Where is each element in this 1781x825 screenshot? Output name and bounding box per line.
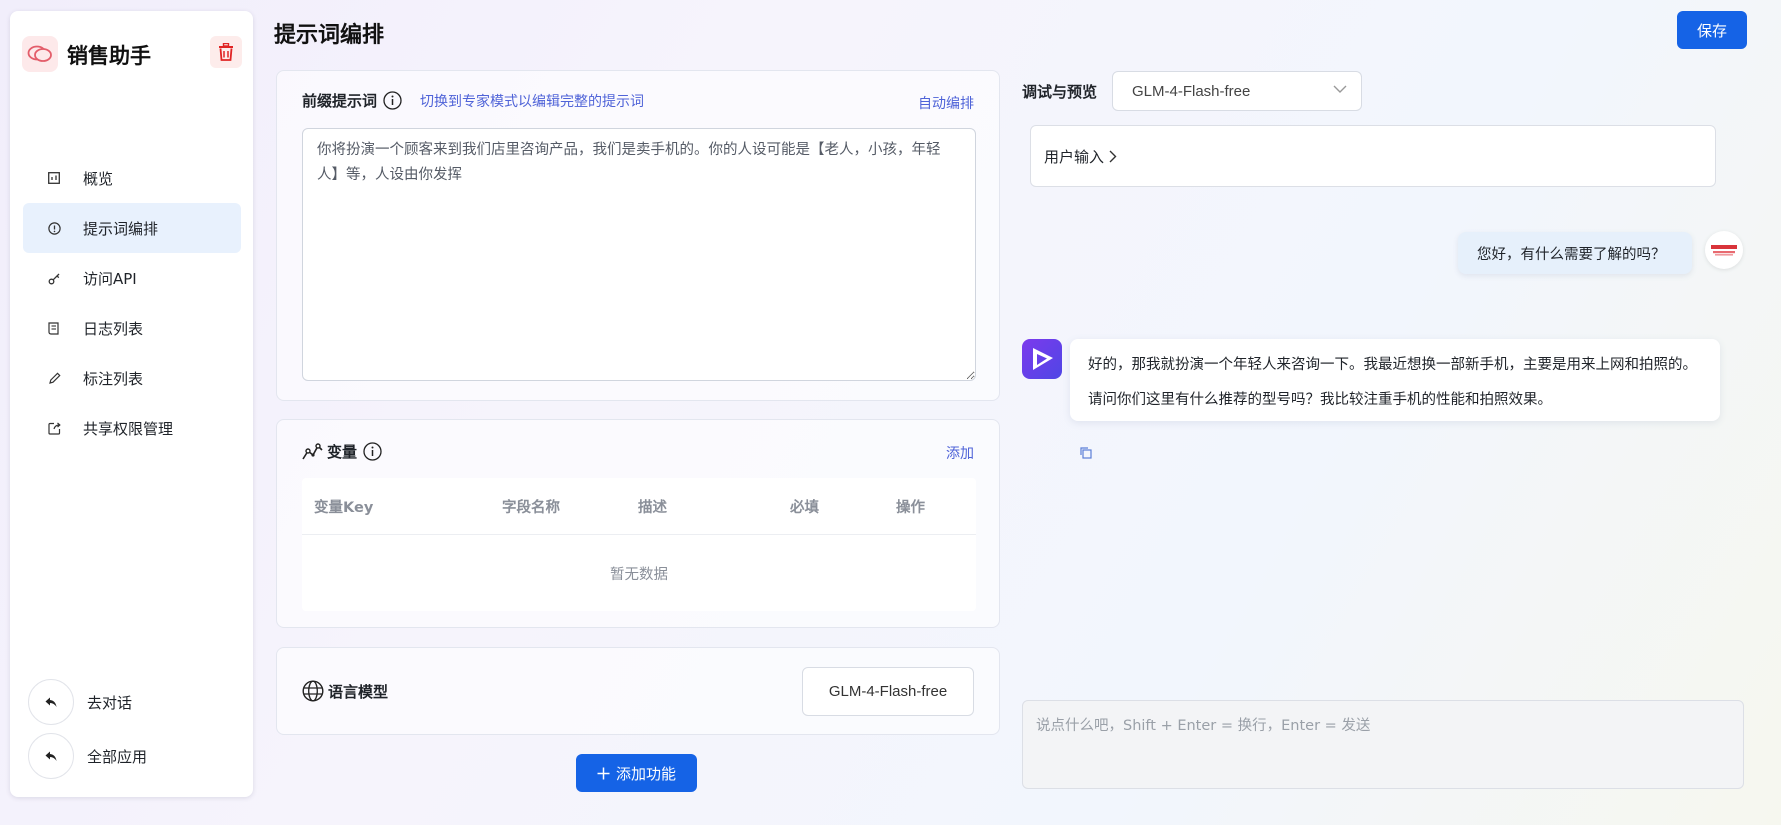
delete-app-button[interactable]	[210, 36, 242, 68]
go-chat-link[interactable]: 去对话	[28, 679, 147, 725]
go-chat-label: 去对话	[87, 693, 133, 712]
bot-avatar	[1022, 339, 1062, 379]
sidebar-item-label: 访问API	[83, 269, 137, 288]
log-icon	[47, 321, 61, 335]
column-header: 变量Key	[314, 499, 374, 516]
expert-mode-link[interactable]: 切换到专家模式以编辑完整的提示词	[420, 91, 644, 111]
sidebar-item-share-permissions[interactable]: 共享权限管理	[23, 403, 241, 453]
sidebar-item-prompt-arrange[interactable]: 提示词编排	[23, 203, 241, 253]
share-icon	[47, 421, 61, 435]
sidebar-item-overview[interactable]: 概览	[23, 153, 241, 203]
column-header: 必填	[790, 499, 819, 516]
sidebar-item-label: 标注列表	[83, 369, 144, 388]
save-button[interactable]: 保存	[1677, 11, 1747, 49]
sidebar-item-annotations[interactable]: 标注列表	[23, 353, 241, 403]
debug-model-value: GLM-4-Flash-free	[1132, 82, 1251, 100]
trash-icon	[219, 43, 233, 61]
column-header: 操作	[896, 499, 925, 516]
language-model-header: 语言模型	[302, 680, 388, 702]
plus-icon	[597, 767, 610, 779]
sidebar-item-label: 概览	[83, 169, 114, 188]
add-variable-button[interactable]: 添加	[946, 443, 974, 463]
prompt-textarea[interactable]: 你将扮演一个顾客来到我们店里咨询产品，我们是卖手机的。你的人设可能是【老人，小孩…	[302, 128, 976, 381]
language-model-card: 语言模型 GLM-4-Flash-free	[276, 647, 1000, 735]
all-apps-label: 全部应用	[87, 747, 148, 766]
key-icon	[47, 271, 61, 285]
sidebar-item-label: 共享权限管理	[83, 419, 174, 438]
user-input-toggle[interactable]: 用户输入	[1030, 125, 1716, 187]
variable-icon	[302, 442, 323, 461]
prompt-card: 前缀提示词 切换到专家模式以编辑完整的提示词 自动编排 你将扮演一个顾客来到我们…	[276, 70, 1000, 401]
page-title: 提示词编排	[274, 23, 385, 48]
info-icon[interactable]	[363, 442, 382, 461]
user-avatar	[1705, 231, 1743, 269]
chevron-down-icon	[1333, 85, 1347, 93]
add-function-button[interactable]: 添加功能	[576, 754, 697, 792]
info-icon[interactable]	[383, 91, 402, 110]
bot-message-bubble: 好的，那我就扮演一个年轻人来咨询一下。我最近想换一部新手机，主要是用来上网和拍照…	[1070, 339, 1720, 421]
globe-icon	[302, 680, 324, 702]
user-message-bubble: 您好，有什么需要了解的吗？	[1458, 232, 1692, 274]
variables-table: 变量Key 字段名称 描述 必填 操作 暂无数据	[302, 478, 976, 611]
copy-icon[interactable]	[1079, 445, 1093, 464]
app-name: 销售助手	[67, 44, 151, 68]
add-function-label: 添加功能	[615, 765, 676, 783]
back-arrow-icon	[28, 679, 74, 725]
debug-model-select[interactable]: GLM-4-Flash-free	[1112, 71, 1362, 111]
language-model-selector[interactable]: GLM-4-Flash-free	[802, 667, 974, 716]
variables-card-header: 变量	[302, 441, 382, 462]
empty-state-text: 暂无数据	[610, 567, 668, 583]
column-header: 描述	[638, 499, 667, 516]
prompt-card-header: 前缀提示词 切换到专家模式以编辑完整的提示词	[302, 90, 644, 111]
sidebar-item-api[interactable]: 访问API	[23, 253, 241, 303]
variables-table-header: 变量Key 字段名称 描述 必填 操作	[302, 478, 976, 535]
variables-label: 变量	[327, 443, 358, 461]
sidebar-item-label: 提示词编排	[83, 219, 159, 238]
language-model-label: 语言模型	[328, 682, 389, 701]
user-input-label: 用户输入	[1044, 147, 1105, 166]
app-logo-icon	[22, 36, 58, 72]
info-circle-icon	[47, 221, 61, 235]
pencil-icon	[47, 371, 61, 385]
prompt-label: 前缀提示词	[302, 92, 378, 110]
debug-preview-label: 调试与预览	[1022, 83, 1098, 101]
column-header: 字段名称	[502, 499, 560, 516]
sidebar-item-label: 日志列表	[83, 319, 144, 338]
chart-icon	[47, 171, 61, 185]
sidebar-bottom-links: 去对话 全部应用	[28, 679, 147, 787]
sidebar-item-logs[interactable]: 日志列表	[23, 303, 241, 353]
chat-input[interactable]	[1022, 700, 1744, 789]
back-arrow-icon	[28, 733, 74, 779]
all-apps-link[interactable]: 全部应用	[28, 733, 147, 779]
auto-arrange-button[interactable]: 自动编排	[918, 93, 974, 113]
variables-card: 变量 添加 变量Key 字段名称 描述 必填 操作 暂无数据	[276, 419, 1000, 628]
sidebar-nav: 概览 提示词编排 访问API 日志列表 标注列表 共享权限管理	[23, 153, 241, 453]
chevron-right-icon	[1109, 150, 1117, 162]
sidebar: 销售助手 概览 提示词编排 访问API 日志列表 标注列表 共享权限管理 去对话…	[10, 11, 253, 797]
